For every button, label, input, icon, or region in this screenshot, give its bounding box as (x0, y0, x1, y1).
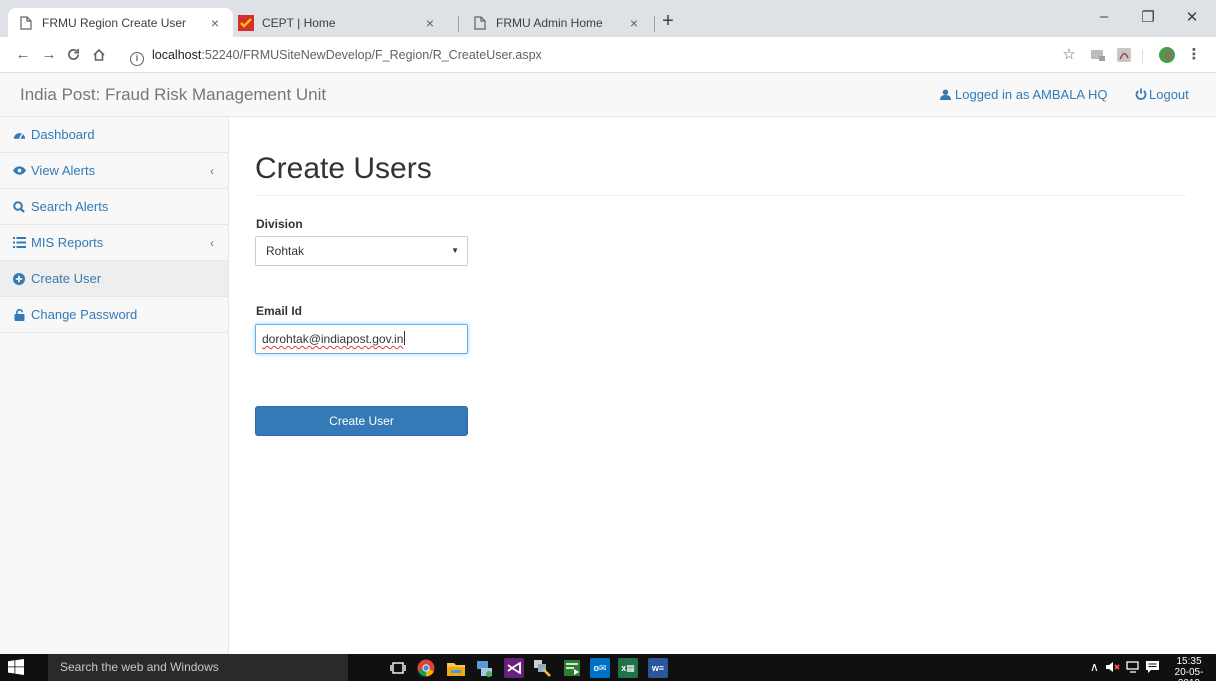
plus-circle-icon (12, 272, 26, 286)
tab-cept-home[interactable]: CEPT | Home × (228, 8, 448, 37)
close-icon[interactable]: × (422, 15, 438, 31)
task-view-icon[interactable] (388, 658, 408, 678)
tab-divider (458, 16, 459, 32)
cept-logo-icon (238, 14, 254, 31)
network-icon[interactable] (1126, 654, 1141, 681)
forward-arrow-icon[interactable]: → (38, 44, 60, 66)
logout-link[interactable]: Logout (1135, 73, 1189, 117)
title-divider (255, 195, 1186, 196)
clock-date: 20-05-2019 (1174, 667, 1204, 681)
sidebar-item-label: Search Alerts (31, 199, 109, 214)
create-user-button[interactable]: Create User (255, 406, 468, 436)
logged-in-link[interactable]: Logged in as AMBALA HQ (940, 73, 1107, 117)
address-bar[interactable]: i localhost:52240/FRMUSiteNewDevelop/F_Re… (130, 44, 542, 66)
word-icon[interactable]: w≡ (648, 658, 668, 678)
sidebar-item-label: MIS Reports (31, 235, 104, 250)
pdf-extension-icon[interactable] (1113, 44, 1135, 66)
taskbar-clock[interactable]: 15:35 20-05-2019 (1168, 656, 1210, 681)
bookmark-star-icon[interactable]: ☆ (1058, 44, 1080, 66)
url-path: :52240/FRMUSiteNewDevelop/F_Region/R_Cre… (201, 48, 542, 62)
division-select[interactable]: Rohtak ▼ (255, 236, 468, 266)
user-icon (940, 89, 951, 100)
volume-muted-icon[interactable] (1106, 654, 1120, 681)
close-icon[interactable]: × (626, 15, 642, 31)
chrome-menu-icon[interactable]: ⋮ (1184, 44, 1204, 66)
clock-time: 15:35 (1176, 656, 1202, 667)
action-center-icon[interactable] (1146, 654, 1159, 681)
browser-tab-strip: FRMU Region Create User × CEPT | Home × … (0, 0, 1216, 37)
tab-frmu-region-create-user[interactable]: FRMU Region Create User × (8, 8, 233, 37)
sidebar-item-dashboard[interactable]: Dashboard (0, 117, 228, 153)
power-icon (1135, 88, 1147, 100)
tab-divider (654, 16, 655, 32)
site-info-icon[interactable]: i (130, 52, 144, 66)
back-arrow-icon[interactable]: ← (12, 44, 34, 66)
caret-down-icon: ▼ (451, 246, 459, 255)
sidebar-item-label: Dashboard (31, 127, 95, 142)
list-icon (12, 236, 26, 250)
minimize-button[interactable]: – (1082, 8, 1126, 30)
page-icon (18, 15, 34, 31)
reload-icon[interactable] (62, 44, 84, 66)
sidebar-item-label: Change Password (31, 307, 138, 322)
tab-title: FRMU Region Create User (42, 15, 187, 30)
close-icon[interactable]: × (207, 15, 223, 31)
sidebar-item-label: View Alerts (31, 163, 96, 178)
chevron-left-icon[interactable]: ‹ (210, 225, 214, 261)
toolbar-divider (1142, 50, 1143, 64)
windows-start-icon[interactable] (8, 659, 24, 675)
sidebar: Dashboard View Alerts ‹ Search Alerts MI… (0, 117, 229, 654)
sidebar-item-view-alerts[interactable]: View Alerts ‹ (0, 153, 228, 189)
search-icon (12, 200, 26, 214)
dashboard-icon (12, 128, 26, 142)
eye-icon (12, 164, 26, 178)
sidebar-item-change-password[interactable]: Change Password (0, 297, 228, 333)
window-close-button[interactable]: ✕ (1170, 8, 1214, 30)
chrome-icon[interactable] (416, 658, 436, 678)
profile-avatar-icon[interactable] (1156, 44, 1178, 66)
tab-title: CEPT | Home (262, 15, 336, 30)
tab-title: FRMU Admin Home (496, 15, 603, 30)
logout-label: Logout (1149, 87, 1189, 102)
logged-in-label: Logged in as AMBALA HQ (955, 87, 1108, 102)
new-tab-button[interactable]: + (657, 11, 679, 33)
outlook-icon[interactable]: o✉ (590, 658, 610, 678)
project-app-icon[interactable] (562, 658, 582, 678)
url-host: localhost (152, 48, 202, 62)
windows-taskbar: Search the web and Windows o✉ x▦ w≡ ∧ 15… (0, 654, 1216, 681)
browser-toolbar: ← → i localhost:52240/FRMUSiteNewDevelop/… (0, 37, 1216, 73)
email-field[interactable]: dorohtak@indiapost.gov.in (255, 324, 468, 354)
sidebar-item-create-user[interactable]: Create User (0, 261, 228, 297)
visual-studio-icon[interactable] (504, 658, 524, 678)
maximize-button[interactable]: ❐ (1126, 8, 1170, 30)
sidebar-item-mis-reports[interactable]: MIS Reports ‹ (0, 225, 228, 261)
excel-icon[interactable]: x▦ (618, 658, 638, 678)
app-brand[interactable]: India Post: Fraud Risk Management Unit (20, 73, 326, 117)
page-icon (472, 15, 488, 31)
division-selected-value: Rohtak (266, 244, 305, 258)
sidebar-item-label: Create User (31, 271, 102, 286)
division-label: Division (256, 217, 303, 231)
home-icon[interactable] (88, 44, 110, 66)
app-navbar: India Post: Fraud Risk Management Unit L… (0, 73, 1216, 117)
page-title: Create Users (255, 152, 432, 185)
sidebar-item-search-alerts[interactable]: Search Alerts (0, 189, 228, 225)
text-cursor (404, 331, 406, 345)
lock-icon (12, 308, 26, 322)
chevron-left-icon[interactable]: ‹ (210, 153, 214, 189)
tools-app-icon[interactable] (532, 658, 552, 678)
file-explorer-icon[interactable] (446, 658, 466, 678)
email-label: Email Id (256, 304, 303, 318)
mail-extension-icon[interactable] (1087, 44, 1109, 66)
network-app-icon[interactable] (474, 658, 494, 678)
tray-chevron-icon[interactable]: ∧ (1090, 654, 1099, 681)
tab-frmu-admin-home[interactable]: FRMU Admin Home × (462, 8, 652, 37)
taskbar-search-input[interactable]: Search the web and Windows (48, 654, 348, 681)
email-value: dorohtak@indiapost.gov.in (262, 332, 404, 346)
